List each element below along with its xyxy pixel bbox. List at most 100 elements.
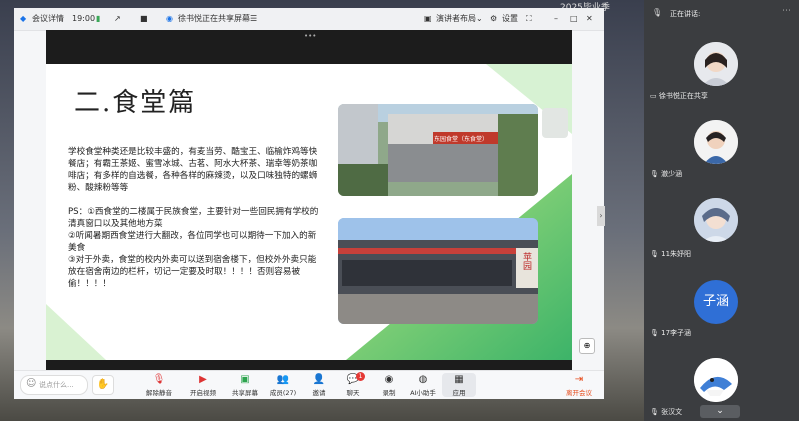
slide-side-bar	[542, 108, 568, 138]
apps-button[interactable]: ▦ 应用	[442, 373, 476, 397]
presentation-slide: 二.食堂篇 学校食堂种类还是比较丰盛的，有麦当劳、酷宝王、临榆炸鸡等快餐店；有霸…	[46, 64, 572, 360]
meeting-logo-icon: ◆	[20, 14, 27, 23]
slide-paragraph: 学校食堂种类还是比较丰盛的，有麦当劳、酷宝王、临榆炸鸡等快餐店；有霸王茶姬、蜜雪…	[68, 147, 318, 193]
more-icon[interactable]: ⋯	[782, 6, 791, 16]
ai-label: AI小助手	[410, 389, 436, 397]
chat-button[interactable]: 💬 聊天 1	[336, 372, 370, 397]
meeting-window: ◆ 会议详情 19:00 ▮ ↗ ■ ◉ 徐书悦正在共享屏幕 ☰ ▣ 演讲者布局…	[14, 8, 605, 399]
video-label: 开启视频	[190, 389, 216, 397]
participant-1-avatar[interactable]	[694, 42, 738, 86]
leave-icon: ⇥	[574, 374, 584, 385]
maximize-button[interactable]: □	[570, 8, 578, 30]
participant-4-name: 17李子涵	[661, 329, 692, 337]
canteen-photo-1-image	[338, 104, 538, 196]
ai-assistant-button[interactable]: ◍ AI小助手	[406, 373, 440, 397]
record-button[interactable]: ◉ 录制	[372, 373, 406, 397]
mic-icon: 🎙	[650, 408, 662, 416]
mic-muted-icon: 🎙	[152, 374, 166, 385]
slide-ps-3: ③对于外卖，食堂的校内外卖可以送到宿舍楼下，但校外外卖只能放在宿舍南边的栏杆，切…	[68, 255, 317, 289]
invite-label: 邀请	[312, 389, 326, 397]
participant-5-photo	[694, 358, 738, 402]
participant-1-name-row: ▭ 徐书悦正在共享	[650, 90, 708, 102]
canteen-photo-2-image	[338, 218, 538, 324]
canteen-sign-2: 苹园	[521, 252, 531, 270]
layout-button[interactable]: 演讲者布局	[436, 8, 476, 30]
share-screen-icon: ▣	[240, 374, 250, 385]
presenter-icon: ◉	[166, 14, 173, 23]
participant-3-name: 11朱妤阳	[661, 250, 692, 258]
unmute-label: 解除静音	[146, 389, 172, 397]
slide-ps-2: ②听闻暑期西食堂进行大翻改，各位同学也可以期待一下加入的新美食	[68, 231, 317, 253]
recording-icon[interactable]: ■	[140, 8, 148, 30]
chat-input[interactable]: ☺ 说点什么...	[20, 375, 88, 395]
chat-label: 聊天	[346, 389, 360, 397]
ai-icon: ◍	[418, 374, 428, 385]
participant-2-avatar[interactable]	[694, 120, 738, 164]
emoji-icon[interactable]: ☺	[26, 378, 36, 389]
sharing-status: 徐书悦正在共享屏幕	[178, 14, 250, 23]
speaking-icon: 🎙	[652, 8, 663, 17]
mic-icon: 🎙	[650, 170, 662, 178]
side-panel-toggle[interactable]: ›	[597, 206, 605, 226]
participant-2-name-row: 🎙 澈少涵	[650, 168, 682, 180]
participant-1-photo	[694, 42, 738, 86]
close-button[interactable]: ✕	[586, 8, 593, 30]
layout-icon[interactable]: ▣	[424, 8, 432, 30]
canteen-photo-2: 苹园	[338, 218, 538, 324]
invite-icon: 👤	[312, 374, 326, 385]
unmute-button[interactable]: 🎙 解除静音	[142, 373, 176, 397]
participant-3-name-row: 🎙 11朱妤阳	[650, 248, 691, 260]
minimize-button[interactable]: –	[554, 8, 558, 30]
chat-input-placeholder: 说点什么...	[39, 381, 74, 389]
participant-5-avatar[interactable]	[694, 358, 738, 402]
apps-label: 应用	[452, 389, 466, 397]
leave-meeting-button[interactable]: ⇥ 离开会议	[562, 373, 596, 397]
sharing-menu-icon[interactable]: ☰	[250, 8, 257, 30]
apps-icon: ▦	[454, 374, 464, 385]
members-button[interactable]: 👥 成员(27)	[266, 373, 300, 397]
meeting-toolbar: ☺ 说点什么... ✋ 🎙 解除静音 ▶ 开启视频 ▣ 共享屏幕 👥 成员(27) 👤 邀…	[14, 370, 604, 399]
participant-4-avatar-text: 子涵	[702, 294, 729, 309]
drag-handle-icon[interactable]: •••	[304, 32, 316, 40]
participant-4-name-row: 🎙 17李子涵	[650, 327, 691, 339]
slide-title: 二.食堂篇	[74, 88, 197, 118]
slide-ps-1: PS：①西食堂的二楼属于民族食堂，主要针对一些回民拥有学校的清真窗口以及其他地方…	[68, 207, 319, 229]
invite-button[interactable]: 👤 邀请	[302, 373, 336, 397]
signal-icon: ▮	[96, 14, 101, 23]
settings-button[interactable]: 设置	[502, 8, 518, 30]
record-icon: ◉	[384, 374, 394, 385]
participant-5-name: 张汉文	[661, 408, 683, 416]
participant-2-photo	[694, 120, 738, 164]
participant-2-name: 澈少涵	[661, 170, 683, 178]
record-label: 录制	[382, 389, 396, 397]
share-label: 共享屏幕	[232, 389, 258, 397]
zoom-in-icon[interactable]: ⊕	[579, 338, 595, 354]
scroll-down-button[interactable]: ⌄	[700, 405, 740, 418]
participant-5-name-row: 🎙 张汉文	[650, 406, 682, 418]
raise-hand-button[interactable]: ✋	[92, 375, 114, 395]
participant-1-name: 徐书悦正在共享	[658, 92, 708, 100]
members-icon: 👥	[276, 374, 290, 385]
gear-icon[interactable]: ⚙	[490, 8, 497, 30]
share-link-icon[interactable]: ↗	[114, 8, 121, 30]
members-label: 成员(27)	[269, 389, 297, 397]
mic-icon: 🎙	[650, 250, 662, 258]
participant-3-avatar[interactable]	[694, 198, 738, 242]
title-bar: ◆ 会议详情 19:00 ▮ ↗ ■ ◉ 徐书悦正在共享屏幕 ☰ ▣ 演讲者布局…	[14, 8, 604, 31]
leave-label: 离开会议	[566, 389, 592, 397]
chat-badge: 1	[356, 372, 365, 381]
mic-icon: 🎙	[650, 329, 662, 337]
chevron-down-icon[interactable]: ⌄	[476, 8, 483, 30]
fullscreen-icon[interactable]: ⛶	[526, 8, 532, 30]
participants-panel: 🎙 正在讲话: ⋯ ▭ 徐书悦正在共享 🎙 澈少涵 🎙 11朱妤阳 子涵 🎙 1…	[644, 0, 799, 421]
canteen-photo-1: 东园食堂（东食堂）	[338, 104, 538, 196]
share-icon: ▭	[650, 92, 659, 100]
canteen-sign-1: 东园食堂（东食堂）	[434, 136, 489, 143]
participant-4-avatar[interactable]: 子涵	[694, 280, 738, 324]
meeting-details-button[interactable]: 会议详情	[32, 8, 64, 30]
participant-3-photo	[694, 198, 738, 242]
camera-off-icon: ▶	[199, 374, 207, 385]
video-button[interactable]: ▶ 开启视频	[186, 373, 220, 397]
meeting-time: 19:00	[72, 14, 96, 23]
share-screen-button[interactable]: ▣ 共享屏幕	[228, 373, 262, 397]
